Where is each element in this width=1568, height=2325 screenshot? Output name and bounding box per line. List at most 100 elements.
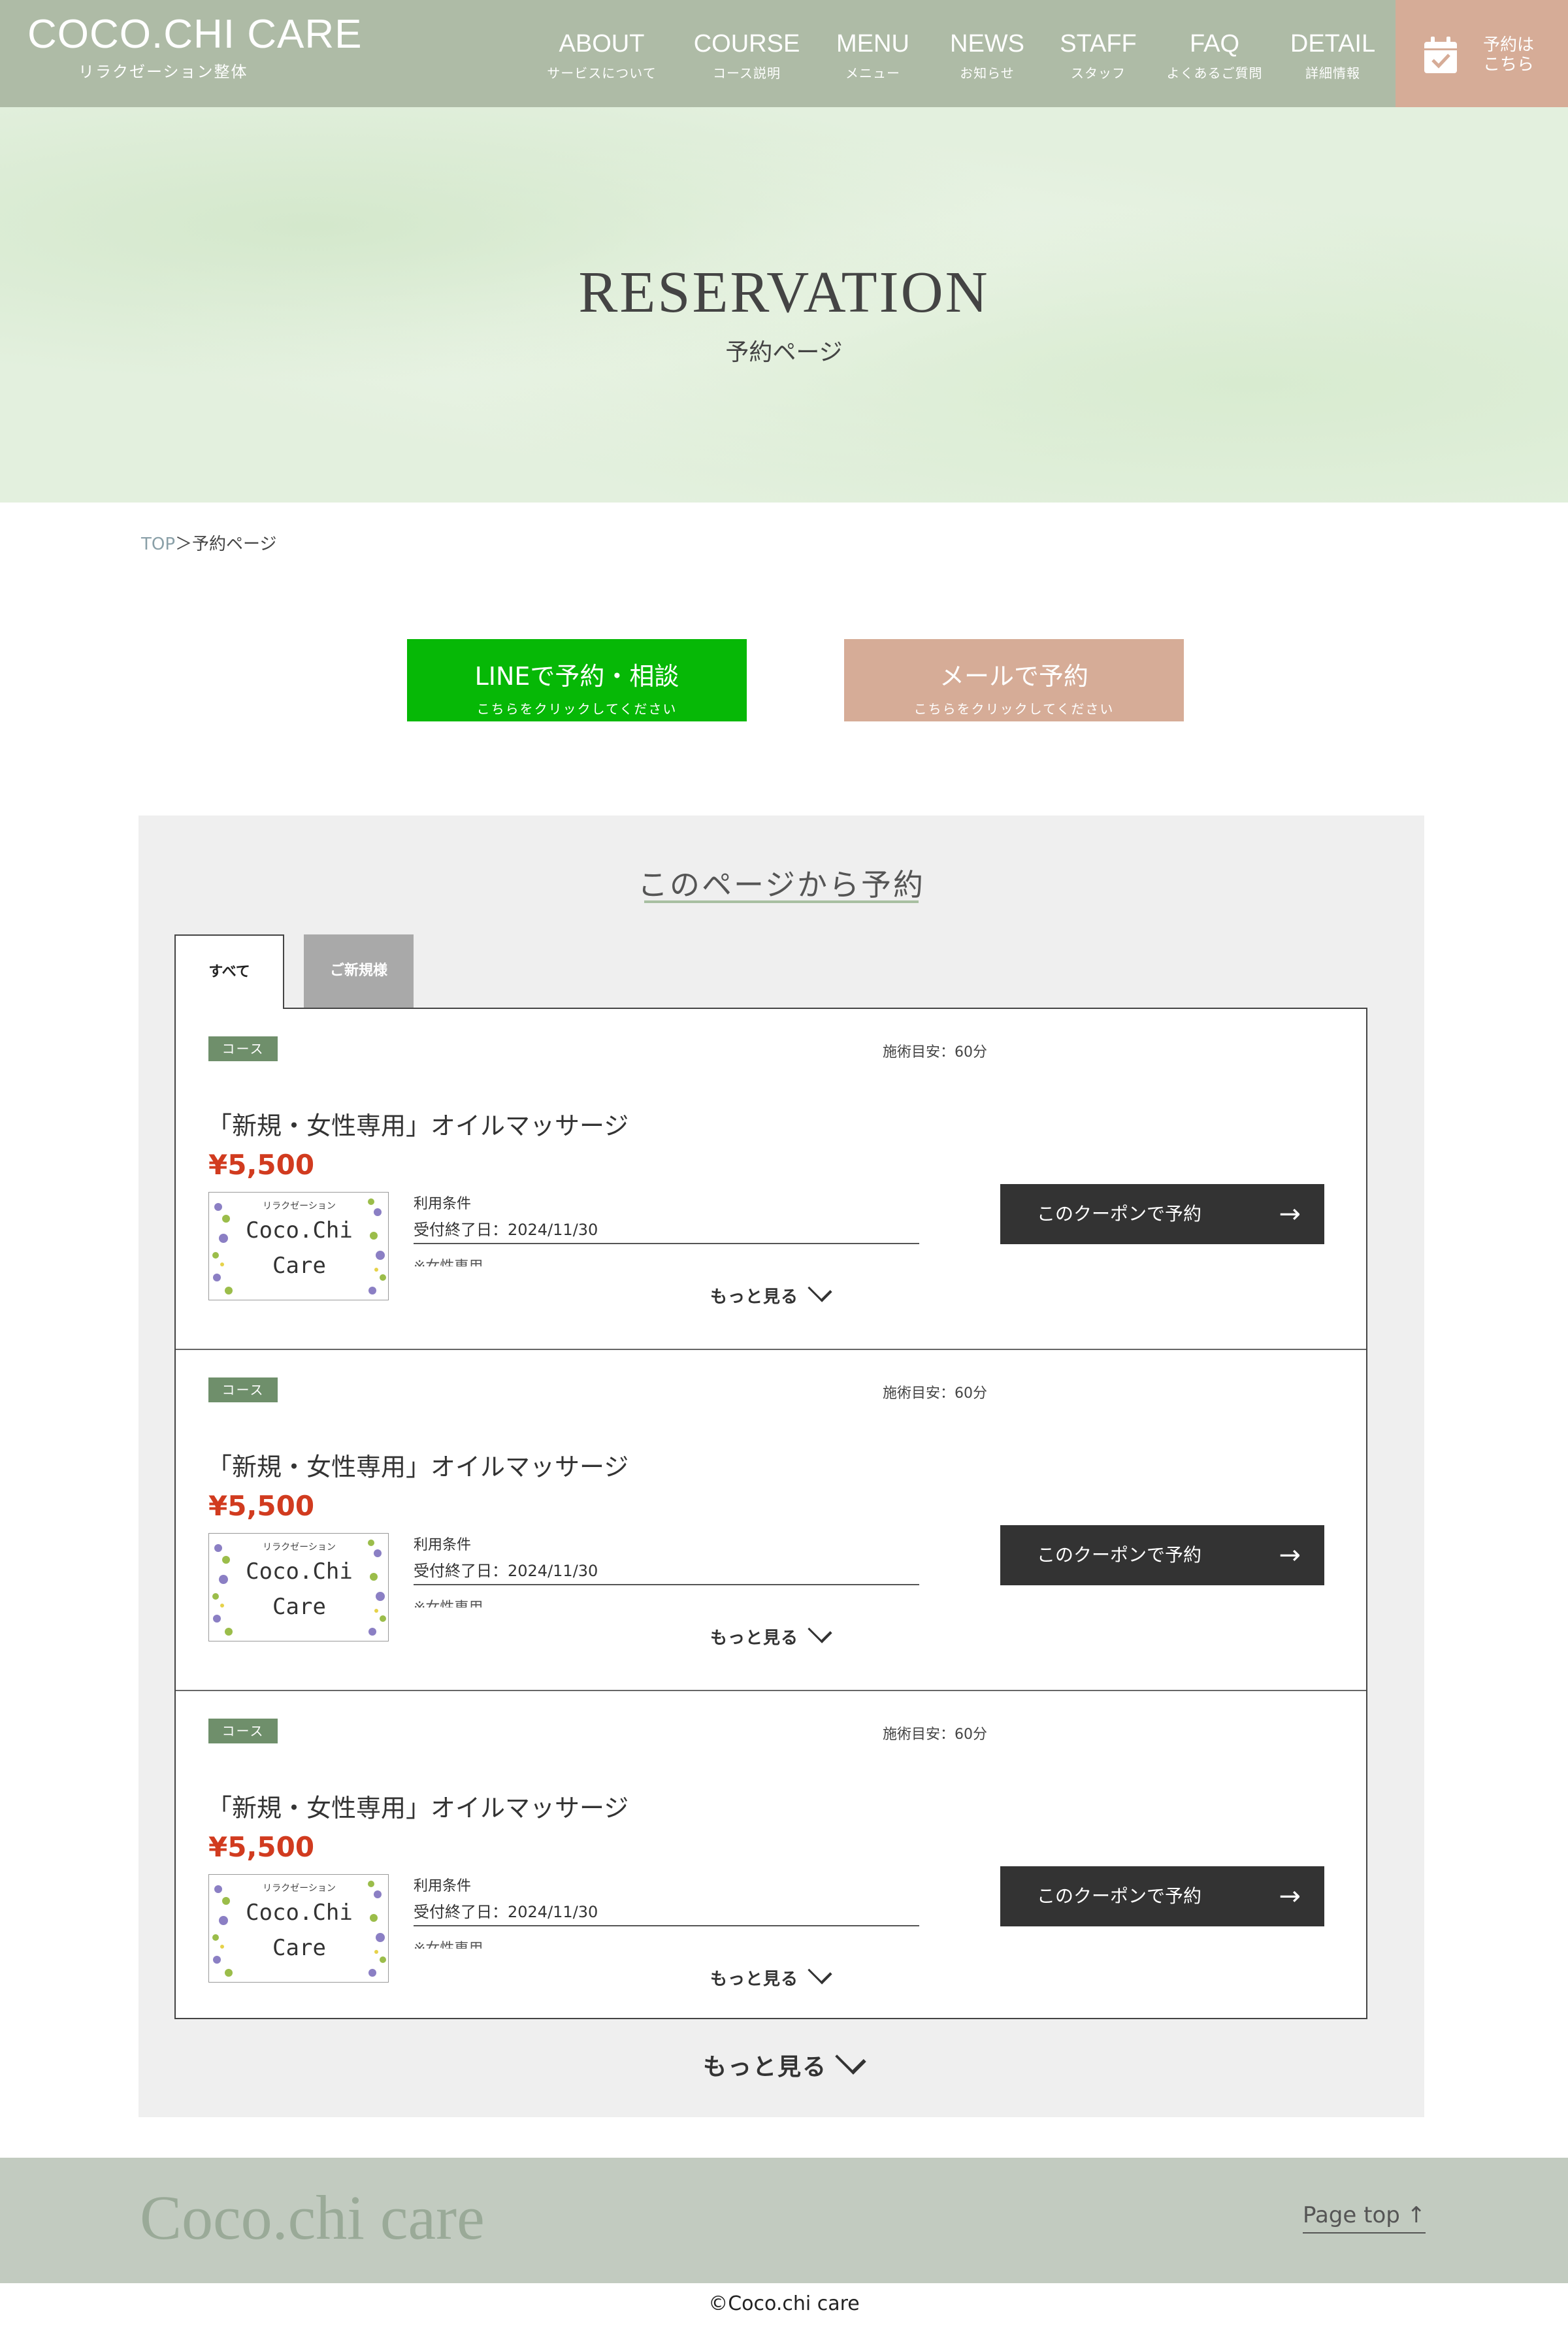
- section-title: このページから予約: [637, 867, 926, 902]
- duration-text: 施術目安：60分: [883, 1385, 987, 1402]
- nav-label: STAFF: [1060, 30, 1137, 58]
- show-more-label: もっと見る: [710, 1970, 799, 1989]
- nav-item-about[interactable]: ABOUT サービスについて: [547, 31, 656, 82]
- nav-sublabel: 詳細情報: [1305, 65, 1360, 81]
- nav-item-detail[interactable]: DETAIL 詳細情報: [1290, 31, 1375, 82]
- breadcrumb-separator: ＞: [175, 535, 193, 554]
- logo-subtitle: リラクゼーション整体: [78, 63, 248, 81]
- line-button-sublabel: こちらをクリックしてください: [476, 701, 678, 717]
- mail-button-label: メールで予約: [939, 662, 1088, 691]
- thumb-logo-line1: Coco.Chi: [246, 1217, 353, 1244]
- conditions-note: ※女性専用: [414, 1596, 483, 1608]
- nav-label: DETAIL: [1290, 30, 1376, 58]
- section-title-underline: [644, 900, 919, 903]
- duration-text: 施術目安：60分: [883, 1726, 987, 1743]
- coupon-list: コース 施術目安：60分 「新規・女性専用」オイルマッサージ ¥5,500 リラ…: [174, 1008, 1367, 2019]
- coupon-card: コース 施術目安：60分 「新規・女性専用」オイルマッサージ ¥5,500 リラ…: [176, 1350, 1366, 1691]
- nav-sublabel: コース説明: [712, 65, 781, 81]
- nav-item-staff[interactable]: STAFF スタッフ: [1060, 31, 1137, 82]
- line-button-label: LINEで予約・相談: [474, 662, 679, 691]
- coupon-title: 「新規・女性専用」オイルマッサージ: [207, 1453, 629, 1481]
- thumb-logo-line2: Care: [272, 1935, 326, 1961]
- nav-item-news[interactable]: NEWS お知らせ: [950, 31, 1024, 82]
- page-title: RESERVATION: [578, 260, 990, 325]
- end-date: 受付終了日：2024/11/30: [414, 1562, 598, 1580]
- site-header: COCO.CHI CARE リラクゼーション整体 ABOUT サービスについて …: [0, 0, 1568, 107]
- chevron-down-icon: [808, 1619, 832, 1643]
- coupon-title: 「新規・女性専用」オイルマッサージ: [207, 1794, 629, 1822]
- show-more-all-button[interactable]: もっと見る: [139, 2043, 1424, 2082]
- thumb-logo-line2: Care: [272, 1253, 326, 1279]
- nav-item-faq[interactable]: FAQ よくあるご質問: [1167, 31, 1263, 82]
- thumb-caption: リラクゼーション: [263, 1201, 336, 1212]
- coupon-button-label: このクーポンで予約: [1037, 1203, 1202, 1225]
- site-logo[interactable]: COCO.CHI CARE リラクゼーション整体: [27, 14, 362, 82]
- breadcrumb-home-link[interactable]: TOP: [141, 535, 175, 554]
- course-badge: コース: [208, 1719, 278, 1743]
- coupon-button-label: このクーポンで予約: [1037, 1544, 1202, 1566]
- conditions-label: 利用条件: [414, 1537, 472, 1553]
- nav-label: FAQ: [1189, 30, 1240, 58]
- reserve-coupon-button[interactable]: このクーポンで予約 →: [1000, 1866, 1324, 1926]
- reserve-coupon-button[interactable]: このクーポンで予約 →: [1000, 1525, 1324, 1585]
- show-more-button[interactable]: もっと見る: [710, 1960, 832, 1990]
- nav-sublabel: スタッフ: [1070, 65, 1126, 81]
- nav-label: MENU: [836, 30, 909, 58]
- reserve-label: 予約は こちら: [1483, 35, 1534, 74]
- conditions-divider: [414, 1584, 919, 1585]
- thumb-caption: リラクゼーション: [263, 1883, 336, 1894]
- thumb-caption: リラクゼーション: [263, 1542, 336, 1553]
- conditions-divider: [414, 1243, 919, 1244]
- chevron-down-icon: [835, 2043, 866, 2075]
- thumb-logo-line1: Coco.Chi: [246, 1900, 353, 1926]
- arrow-right-icon: →: [1279, 1540, 1301, 1570]
- chevron-down-icon: [808, 1960, 832, 1985]
- coupon-price: ¥5,500: [208, 1831, 315, 1863]
- conditions-note: ※女性専用: [414, 1937, 483, 1949]
- nav-sublabel: よくあるご質問: [1166, 65, 1263, 81]
- duration-text: 施術目安：60分: [883, 1044, 987, 1061]
- nav-label: COURSE: [693, 30, 800, 58]
- show-more-all-label: もっと見る: [702, 2054, 827, 2081]
- calendar-check-icon: [1424, 37, 1457, 73]
- site-footer: Coco.chi care Page top ↑: [0, 2158, 1568, 2283]
- thumb-logo-line1: Coco.Chi: [246, 1558, 353, 1585]
- mail-reserve-button[interactable]: メールで予約 こちらをクリックしてください: [844, 639, 1184, 721]
- show-more-button[interactable]: もっと見る: [710, 1278, 832, 1308]
- page-subtitle: 予約ページ: [725, 339, 843, 366]
- show-more-button[interactable]: もっと見る: [710, 1619, 832, 1649]
- footer-logo: Coco.chi care: [140, 2183, 485, 2252]
- mail-button-sublabel: こちらをクリックしてください: [913, 701, 1115, 717]
- coupon-thumbnail: リラクゼーション Coco.Chi Care: [208, 1192, 389, 1300]
- breadcrumb-current: 予約ページ: [192, 535, 277, 554]
- line-reserve-button[interactable]: LINEで予約・相談 こちらをクリックしてください: [407, 639, 747, 721]
- nav-sublabel: サービスについて: [547, 65, 657, 81]
- coupon-card: コース 施術目安：60分 「新規・女性専用」オイルマッサージ ¥5,500 リラ…: [176, 1691, 1366, 2032]
- coupon-thumbnail: リラクゼーション Coco.Chi Care: [208, 1533, 389, 1641]
- end-date: 受付終了日：2024/11/30: [414, 1221, 598, 1239]
- nav-item-menu[interactable]: MENU メニュー: [836, 31, 909, 82]
- header-reserve-button[interactable]: 予約は こちら: [1396, 0, 1568, 107]
- show-more-label: もっと見る: [710, 1628, 799, 1648]
- reserve-section: このページから予約 すべて ご新規様 コース 施術目安：60分 「新規・女性専用…: [139, 816, 1424, 2117]
- breadcrumb: TOP＞予約ページ: [141, 531, 277, 555]
- coupon-price: ¥5,500: [208, 1149, 315, 1181]
- nav-sublabel: メニュー: [845, 65, 900, 81]
- arrow-right-icon: →: [1279, 1199, 1301, 1229]
- tab-new-customers[interactable]: ご新規様: [304, 934, 414, 1008]
- conditions-note: ※女性専用: [414, 1255, 483, 1266]
- chevron-down-icon: [808, 1278, 832, 1302]
- page-top-link[interactable]: Page top ↑: [1303, 2202, 1426, 2234]
- reserve-label-line2: こちら: [1483, 55, 1535, 74]
- coupon-thumbnail: リラクゼーション Coco.Chi Care: [208, 1874, 389, 1983]
- end-date: 受付終了日：2024/11/30: [414, 1903, 598, 1921]
- thumb-logo-line2: Care: [272, 1594, 326, 1620]
- coupon-title: 「新規・女性専用」オイルマッサージ: [207, 1112, 629, 1140]
- conditions-label: 利用条件: [414, 1878, 472, 1894]
- logo-text: COCO.CHI CARE: [27, 12, 363, 57]
- coupon-price: ¥5,500: [208, 1490, 315, 1522]
- nav-item-course[interactable]: COURSE コース説明: [694, 31, 800, 82]
- tab-all[interactable]: すべて: [174, 934, 284, 1009]
- copyright: ©Coco.chi care: [708, 2292, 860, 2315]
- reserve-coupon-button[interactable]: このクーポンで予約 →: [1000, 1184, 1324, 1244]
